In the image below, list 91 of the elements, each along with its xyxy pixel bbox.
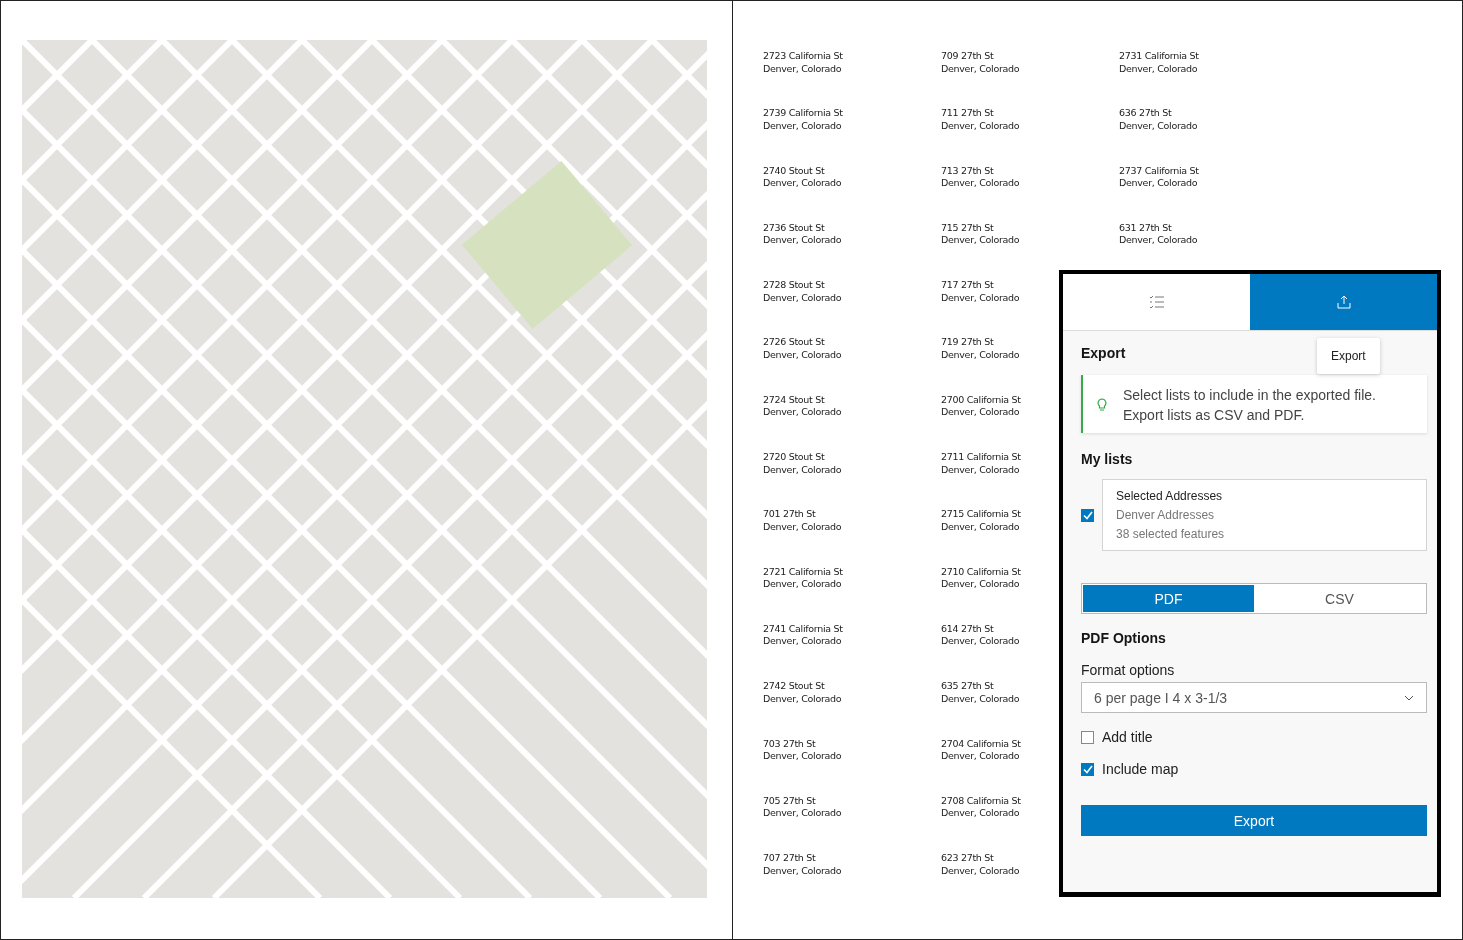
address-city: Denver, Colorado <box>763 349 842 362</box>
address-city: Denver, Colorado <box>941 406 1020 419</box>
address-street: 623 27th St <box>941 852 994 865</box>
checklist-icon <box>1148 295 1165 309</box>
address-city: Denver, Colorado <box>763 692 842 706</box>
address-city: Denver, Colorado <box>941 692 1020 706</box>
address-street: 2737 California St <box>1119 164 1199 178</box>
address-city: Denver, Colorado <box>763 406 842 419</box>
address-street: 713 27th St <box>941 164 994 178</box>
address-city: Denver, Colorado <box>763 520 842 534</box>
address-street: 2742 Stout St <box>763 680 825 693</box>
list-title: Selected Addresses <box>1116 489 1223 503</box>
address-street: 2728 Stout St <box>763 279 825 292</box>
address-street: 715 27th St <box>941 221 994 235</box>
checkbox-label: Add title <box>1102 729 1153 745</box>
address-street: 709 27th St <box>941 50 994 63</box>
address-street: 631 27th St <box>1119 221 1172 235</box>
address-street: 2723 California St <box>763 50 843 63</box>
address-city: Denver, Colorado <box>763 177 842 190</box>
checkbox[interactable] <box>1081 508 1094 522</box>
address-city: Denver, Colorado <box>941 463 1020 477</box>
address-city: Denver, Colorado <box>763 864 842 878</box>
address-street: 2726 Stout St <box>763 336 825 349</box>
notice-text: Select lists to include in the exported file. <box>1123 387 1376 403</box>
address-city: Denver, Colorado <box>763 578 842 591</box>
address-street: 2731 California St <box>1119 50 1199 63</box>
address-city: Denver, Colorado <box>941 62 1020 75</box>
address-city: Denver, Colorado <box>941 291 1020 305</box>
chevron-down-icon <box>1404 694 1414 701</box>
address-city: Denver, Colorado <box>763 62 842 75</box>
address-city: Denver, Colorado <box>763 807 842 820</box>
address-city: Denver, Colorado <box>941 750 1020 763</box>
address-city: Denver, Colorado <box>1119 234 1198 247</box>
address-city: Denver, Colorado <box>941 520 1020 534</box>
address-street: 635 27th St <box>941 680 994 693</box>
export-button[interactable]: Export <box>1081 805 1427 836</box>
upload-icon <box>1336 295 1351 309</box>
section-heading: PDF Options <box>1081 630 1166 646</box>
checkbox[interactable] <box>1081 730 1094 744</box>
address-street: 614 27th St <box>941 622 994 636</box>
address-city: Denver, Colorado <box>941 349 1020 362</box>
address-city: Denver, Colorado <box>1119 62 1198 75</box>
address-city: Denver, Colorado <box>763 119 842 133</box>
address-street: 636 27th St <box>1119 107 1172 120</box>
address-city: Denver, Colorado <box>941 177 1020 190</box>
tooltip: Export <box>1317 338 1380 374</box>
address-street: 2741 California St <box>763 622 843 636</box>
address-street: 2700 California St <box>941 393 1021 407</box>
address-street: 2724 Stout St <box>763 393 825 407</box>
list-count: 38 selected features <box>1116 527 1225 541</box>
address-street: 705 27th St <box>763 794 816 808</box>
address-street: 703 27th St <box>763 737 816 751</box>
address-street: 701 27th St <box>763 508 816 521</box>
checkbox[interactable] <box>1081 762 1094 776</box>
address-street: 2710 California St <box>941 565 1021 579</box>
address-street: 2740 Stout St <box>763 164 825 178</box>
list-source: Denver Addresses <box>1116 508 1215 522</box>
address-city: Denver, Colorado <box>941 635 1020 648</box>
address-city: Denver, Colorado <box>941 119 1020 133</box>
address-city: Denver, Colorado <box>763 463 842 477</box>
address-city: Denver, Colorado <box>763 291 842 305</box>
address-street: 2736 Stout St <box>763 221 825 235</box>
address-street: 707 27th St <box>763 852 816 865</box>
section-heading: Export <box>1081 345 1126 361</box>
checkbox-label: Include map <box>1102 761 1179 777</box>
format-tab[interactable]: PDF <box>1083 585 1254 612</box>
address-street: 719 27th St <box>941 336 994 349</box>
address-city: Denver, Colorado <box>941 578 1020 591</box>
format-select[interactable]: 6 per page I 4 x 3-1/3 <box>1081 682 1427 713</box>
address-street: 2711 California St <box>941 451 1021 464</box>
address-street: 2708 California St <box>941 794 1021 808</box>
address-city: Denver, Colorado <box>1119 177 1198 190</box>
address-city: Denver, Colorado <box>941 864 1020 878</box>
address-street: 2704 California St <box>941 737 1021 751</box>
lightbulb-icon <box>1097 398 1107 412</box>
address-city: Denver, Colorado <box>941 807 1020 820</box>
address-city: Denver, Colorado <box>763 635 842 648</box>
address-street: 2720 Stout St <box>763 451 825 464</box>
address-city: Denver, Colorado <box>763 750 842 763</box>
section-heading: My lists <box>1081 451 1133 467</box>
address-street: 711 27th St <box>941 107 994 120</box>
address-city: Denver, Colorado <box>941 234 1020 247</box>
address-street: 2715 California St <box>941 508 1021 521</box>
notice-text: Export lists as CSV and PDF. <box>1123 407 1306 423</box>
list-card[interactable]: Selected Addresses Denver Addresses 38 selected features <box>1102 479 1427 551</box>
address-city: Denver, Colorado <box>1119 119 1198 133</box>
address-street: 2739 California St <box>763 107 843 120</box>
address-city: Denver, Colorado <box>763 234 842 247</box>
field-label: Format options <box>1081 662 1175 678</box>
address-street: 2721 California St <box>763 565 843 579</box>
address-street: 717 27th St <box>941 279 994 292</box>
